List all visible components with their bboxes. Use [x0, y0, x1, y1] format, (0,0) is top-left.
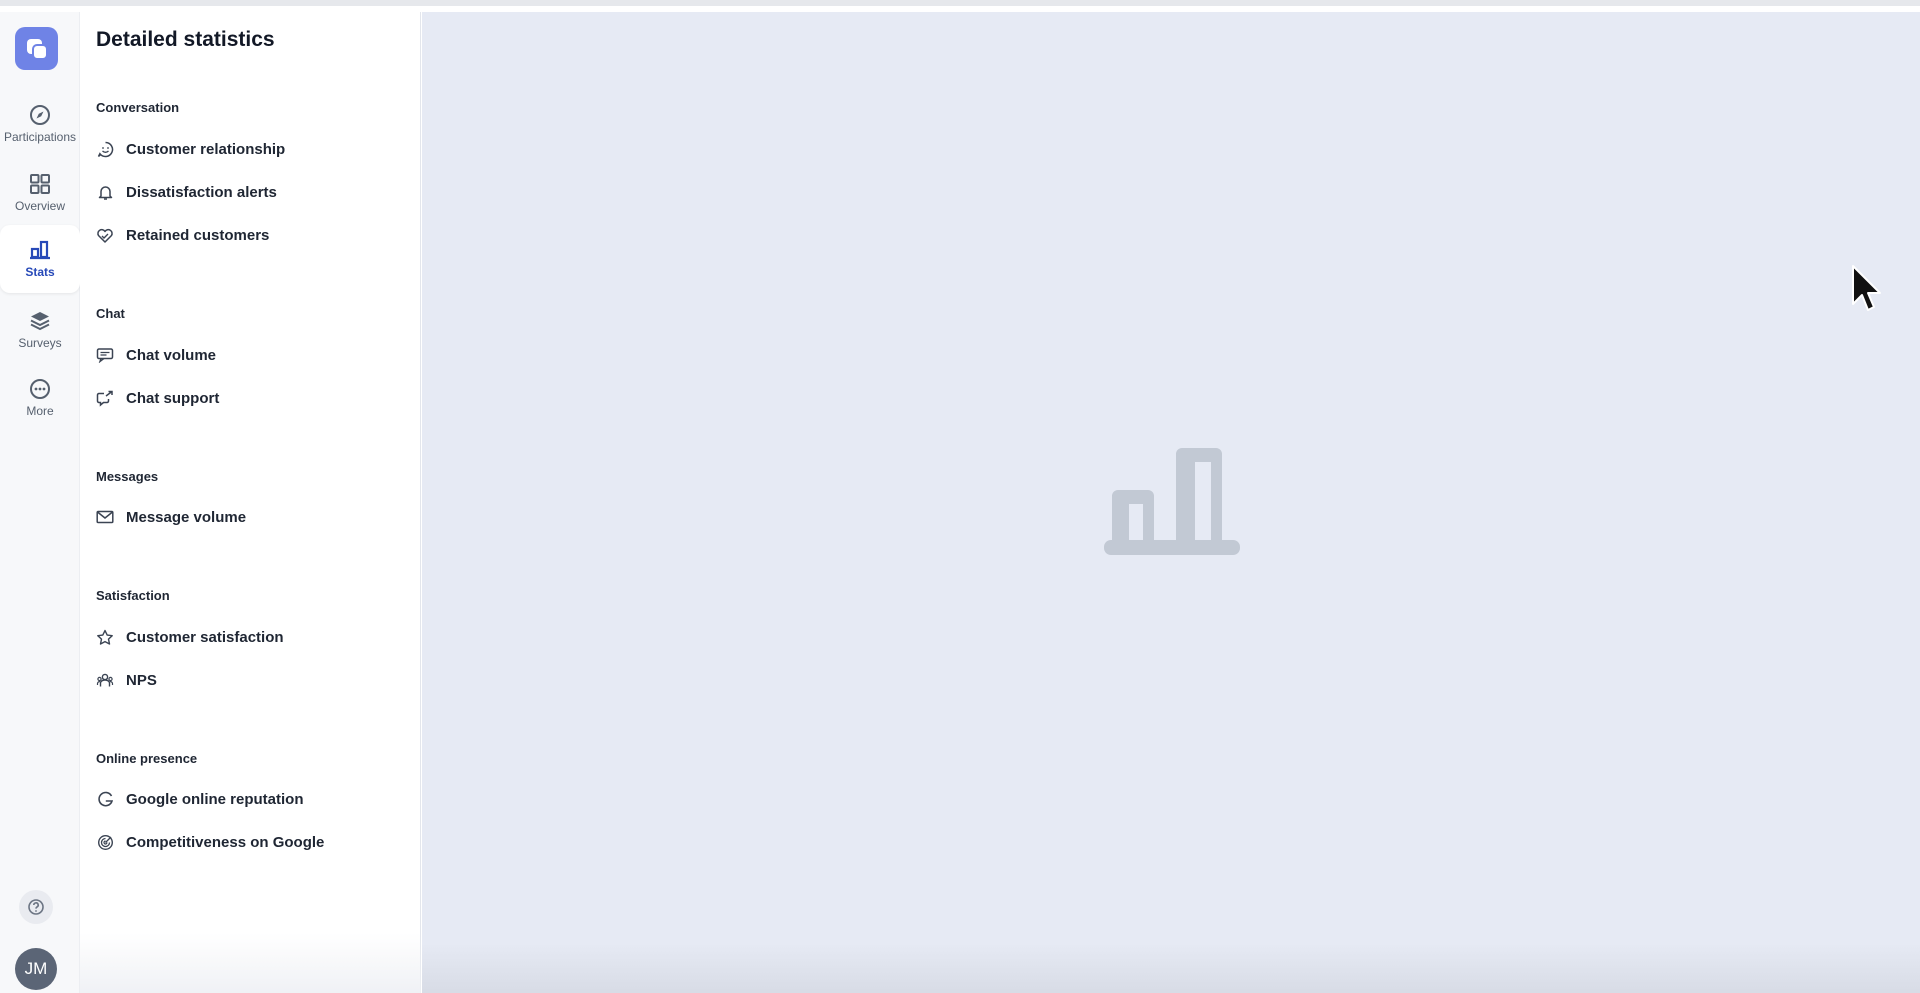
section-title-chat: Chat	[96, 306, 125, 321]
rail-item-more[interactable]: More	[0, 364, 80, 432]
nav-item-label: NPS	[126, 671, 157, 689]
nav-item-message-volume[interactable]: Message volume	[96, 502, 396, 532]
chat-bubble-icon	[96, 346, 114, 364]
bar-chart-icon	[30, 240, 50, 260]
nav-bottom-fade	[80, 933, 421, 993]
rail-item-overview[interactable]: Overview	[0, 159, 80, 227]
nav-item-label: Chat volume	[126, 346, 217, 364]
nav-item-chat-volume[interactable]: Chat volume	[96, 340, 396, 370]
chat-share-icon	[96, 389, 114, 407]
section-title-online-presence: Online presence	[96, 751, 198, 766]
app-logo[interactable]	[15, 27, 58, 70]
nav-item-label: Chat support	[126, 389, 220, 407]
user-avatar[interactable]: JM	[15, 948, 57, 990]
nav-item-google-online-reputation[interactable]: Google online reputation	[96, 784, 396, 814]
heart-icon	[96, 226, 114, 244]
smiley-icon	[96, 140, 114, 158]
rail-label: More	[26, 404, 54, 418]
page-title: Detailed statistics	[96, 28, 275, 51]
nav-item-label: Customer relationship	[126, 140, 286, 158]
section-title-messages: Messages	[96, 469, 159, 484]
section-title-satisfaction: Satisfaction	[96, 588, 170, 603]
nav-item-chat-support[interactable]: Chat support	[96, 383, 396, 413]
nav-item-customer-satisfaction[interactable]: Customer satisfaction	[96, 622, 396, 652]
users-icon	[96, 671, 114, 689]
nav-item-label: Competitiveness on Google	[126, 833, 325, 851]
nav-item-nps[interactable]: NPS	[96, 665, 396, 695]
rail-label: Participations	[3, 130, 77, 144]
rail-item-stats[interactable]: Stats	[0, 225, 80, 293]
section-title-conversation: Conversation	[96, 100, 180, 115]
nav-item-label: Customer satisfaction	[126, 628, 284, 646]
nav-item-retained-customers[interactable]: Retained customers	[96, 220, 396, 250]
bell-icon	[96, 183, 114, 201]
nav-item-label: Retained customers	[126, 226, 270, 244]
icon-rail: Participations Overview Stats Surveys Mo…	[0, 12, 80, 993]
main-bottom-fade	[422, 943, 1920, 993]
nav-item-label: Message volume	[126, 508, 247, 526]
envelope-icon	[96, 508, 114, 526]
logo-icon	[26, 38, 48, 60]
nav-item-competitiveness-on-google[interactable]: Competitiveness on Google	[96, 827, 396, 857]
nav-item-label: Google online reputation	[126, 790, 304, 808]
help-button[interactable]	[19, 890, 53, 924]
bar-chart-placeholder-icon	[1104, 448, 1240, 555]
google-icon	[96, 790, 114, 808]
rail-label: Overview	[14, 199, 65, 213]
layers-icon	[30, 312, 50, 331]
app-window: Participations Overview Stats Surveys Mo…	[0, 0, 1920, 993]
radar-icon	[96, 833, 114, 851]
mouse-cursor-icon	[1852, 265, 1881, 311]
rail-item-surveys[interactable]: Surveys	[0, 296, 80, 364]
star-icon	[96, 628, 114, 646]
rail-item-participations[interactable]: Participations	[0, 90, 80, 158]
more-dots-icon	[30, 379, 50, 399]
nav-item-label: Dissatisfaction alerts	[126, 183, 277, 201]
nav-item-dissatisfaction-alerts[interactable]: Dissatisfaction alerts	[96, 177, 396, 207]
compass-icon	[30, 105, 50, 125]
rail-label: Surveys	[18, 336, 62, 350]
nav-item-customer-relationship[interactable]: Customer relationship	[96, 134, 396, 164]
main-content	[422, 12, 1920, 993]
question-icon	[28, 899, 44, 915]
stats-navigation: Detailed statistics Conversation Custome…	[80, 12, 421, 993]
rail-label: Stats	[25, 265, 55, 279]
grid-icon	[30, 174, 50, 194]
